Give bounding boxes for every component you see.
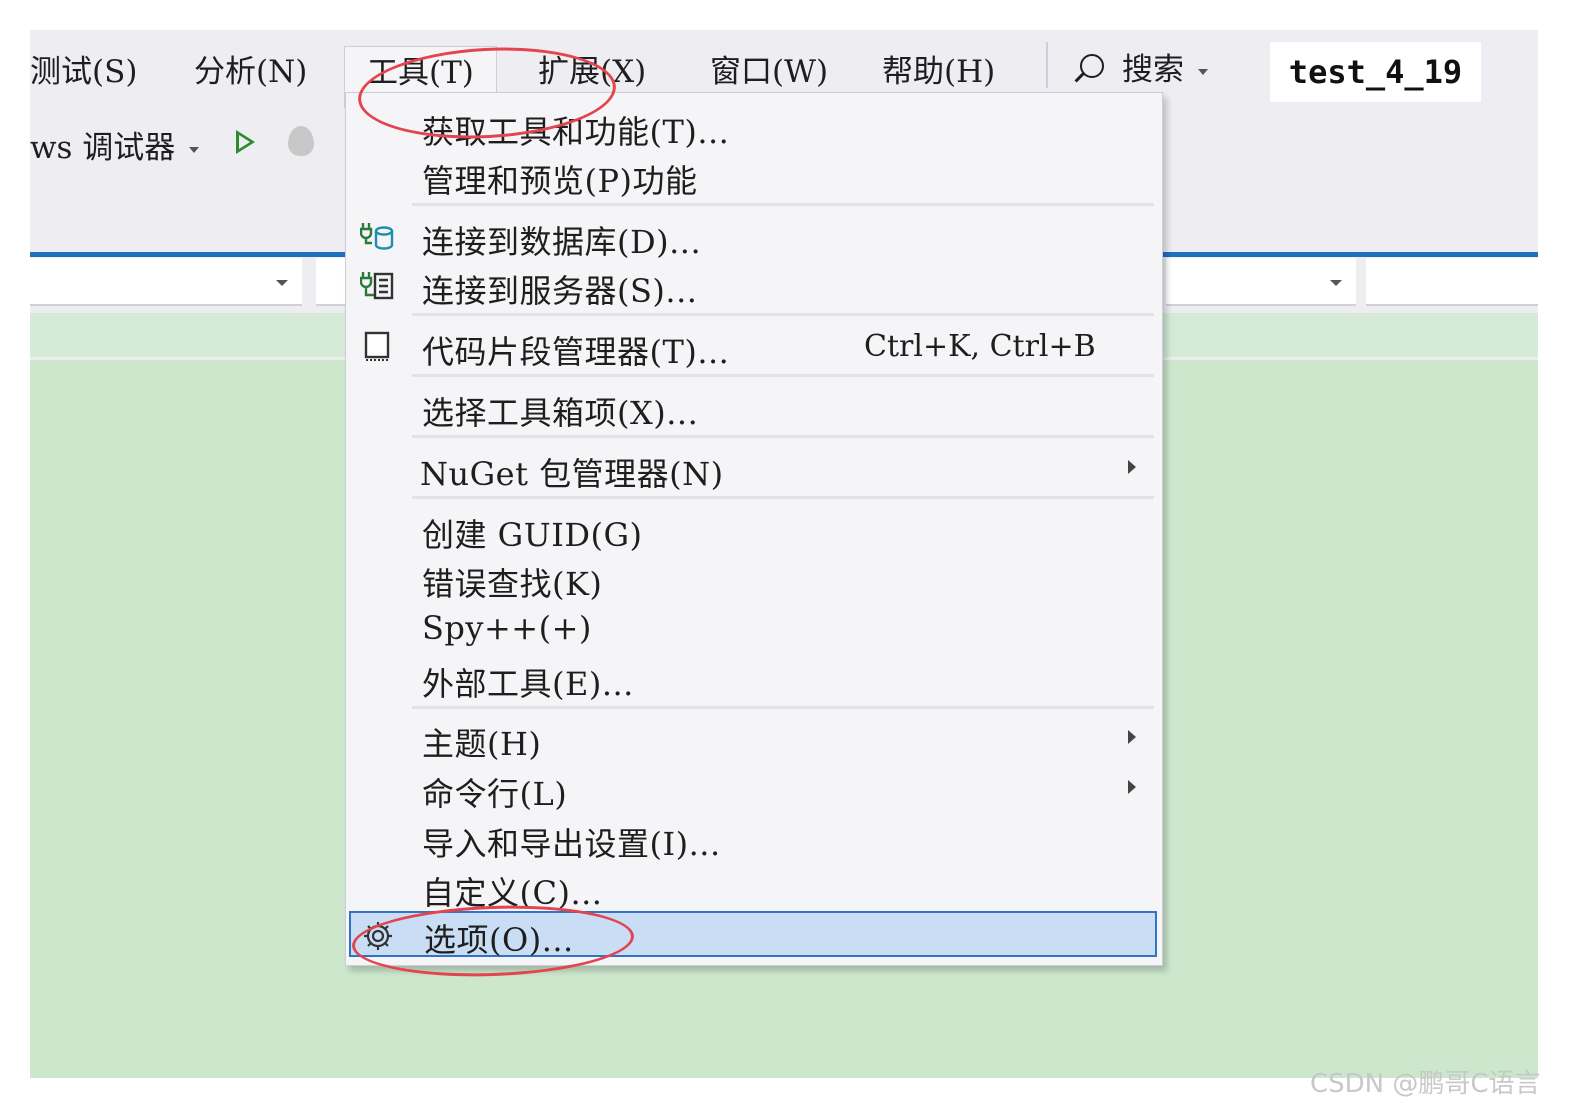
debugger-label: ws 调试器 [30,130,176,166]
menu-item-manage-preview[interactable]: 管理和预览(P)功能 [346,150,1162,200]
menu-item-label: 导入和导出设置(I)... [422,825,721,863]
menu-item-label: 创建 GUID(G) [422,516,643,554]
menu-separator [412,313,1154,316]
menu-item-spy[interactable]: Spy++(+) [346,603,1162,653]
search-button[interactable]: 搜索 [1080,44,1208,89]
menu-item-customize[interactable]: 自定义(C)... [346,862,1162,912]
member-dropdown[interactable] [1166,258,1356,306]
submenu-arrow-icon [1128,460,1136,474]
tools-dropdown-menu: 获取工具和功能(T)... 管理和预览(P)功能 连接到数据库(D)... 连接… [345,92,1163,966]
submenu-arrow-icon [1128,780,1136,794]
menu-item-connect-server[interactable]: 连接到服务器(S)... [346,260,1162,310]
extra-dropdown[interactable] [1366,258,1538,306]
menu-item-label: 主题(H) [422,725,542,763]
project-name-badge: test_4_19 [1270,42,1481,102]
server-connect-icon [359,268,394,302]
menu-item-options[interactable]: 选项(O)... [349,911,1157,959]
menu-item-choose-toolbox[interactable]: 选择工具箱项(X)... [346,382,1162,432]
menu-separator [412,374,1154,377]
watermark: CSDN @鹏哥C语言 [1310,1069,1541,1099]
menu-separator [412,496,1154,499]
menu-item-connect-database[interactable]: 连接到数据库(D)... [346,211,1162,261]
debugger-dropdown[interactable]: ws 调试器 [30,122,200,167]
menu-help[interactable]: 帮助(H) [882,46,995,91]
menu-extensions[interactable]: 扩展(X) [538,46,646,91]
gear-icon [361,919,393,953]
search-icon [1080,54,1104,78]
menu-separator [412,435,1154,438]
menu-item-label: 自定义(C)... [422,874,603,912]
chevron-down-icon [276,280,288,286]
submenu-arrow-icon [1128,730,1136,744]
menu-separator [1046,42,1048,88]
menu-item-label: 连接到数据库(D)... [422,223,702,261]
menu-separator [412,706,1154,709]
chevron-down-icon [189,146,200,153]
menu-item-label: Spy++(+) [422,609,592,647]
menu-item-theme[interactable]: 主题(H) [346,713,1162,763]
play-icon[interactable] [236,130,255,154]
menu-item-label: 错误查找(K) [422,565,603,603]
menu-item-shortcut: Ctrl+K, Ctrl+B [864,329,1096,364]
menu-test[interactable]: 测试(S) [30,46,137,91]
menu-item-get-tools[interactable]: 获取工具和功能(T)... [346,101,1162,151]
scope-dropdown[interactable] [30,258,302,306]
menu-item-label: 选择工具箱项(X)... [422,394,699,432]
menu-item-nuget[interactable]: NuGet 包管理器(N) [346,443,1162,493]
menu-item-external-tools[interactable]: 外部工具(E)... [346,653,1162,703]
menu-item-label: 代码片段管理器(T)... [422,333,730,371]
menu-item-import-export[interactable]: 导入和导出设置(I)... [346,813,1162,863]
menu-item-label: 获取工具和功能(T)... [422,113,730,151]
menu-item-label: 命令行(L) [422,775,568,813]
menu-window[interactable]: 窗口(W) [710,46,828,91]
menu-item-label: NuGet 包管理器(N) [420,455,724,493]
menu-item-label: 管理和预览(P)功能 [422,162,698,200]
menu-separator [412,203,1154,206]
menu-analyze[interactable]: 分析(N) [194,46,307,91]
chevron-down-icon [1198,68,1208,75]
menu-item-label: 连接到服务器(S)... [422,272,698,310]
menu-item-label: 选项(O)... [424,921,574,959]
search-label: 搜索 [1122,52,1184,88]
chevron-down-icon [1330,280,1342,286]
menu-item-command-line[interactable]: 命令行(L) [346,763,1162,813]
snippet-icon [360,329,392,363]
menu-item-label: 外部工具(E)... [422,665,634,703]
database-connect-icon [359,219,394,253]
menu-item-snippets-manager[interactable]: 代码片段管理器(T)... Ctrl+K, Ctrl+B [346,321,1162,371]
flame-icon[interactable] [288,126,314,156]
menu-item-error-lookup[interactable]: 错误查找(K) [346,553,1162,603]
menu-item-create-guid[interactable]: 创建 GUID(G) [346,504,1162,554]
